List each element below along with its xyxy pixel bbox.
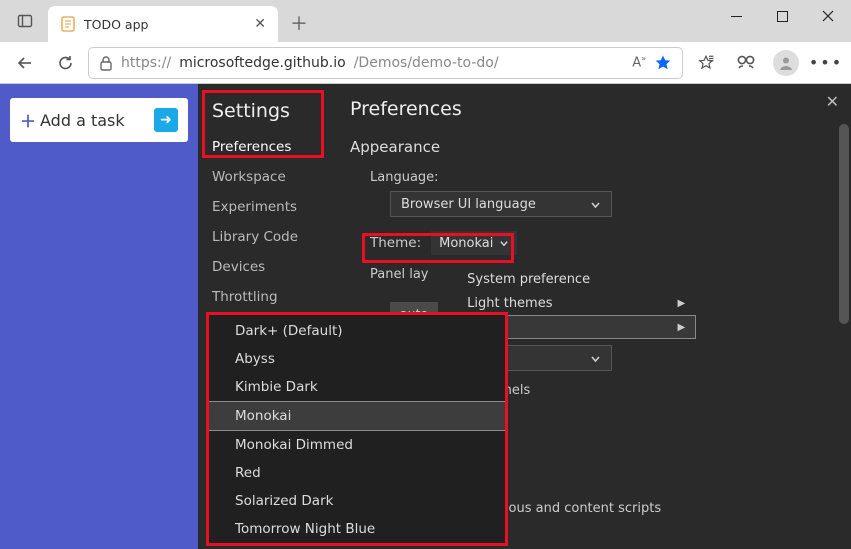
language-select[interactable]: Browser UI language [390, 191, 612, 217]
section-title: Appearance [350, 138, 831, 156]
theme-option-selected[interactable]: Monokai [208, 401, 506, 431]
chevron-down-icon [499, 238, 509, 248]
browser-tab[interactable]: TODO app ✕ [48, 6, 278, 42]
theme-option[interactable]: Red [209, 459, 505, 487]
plus-icon: ＋ [20, 108, 36, 132]
tab-close-icon[interactable]: ✕ [254, 16, 266, 32]
url-protocol: https:// [121, 55, 171, 71]
theme-group-light[interactable]: Light themes▶ [456, 291, 696, 315]
site-info-icon[interactable] [99, 55, 113, 71]
add-task-input[interactable]: ＋Add a task ➜ [10, 98, 188, 142]
chevron-down-icon [590, 199, 601, 210]
theme-option[interactable]: Abyss [209, 345, 505, 373]
main-title: Preferences [350, 98, 831, 120]
collections-button[interactable] [729, 47, 763, 79]
read-aloud-icon[interactable]: A» [632, 54, 646, 70]
theme-option[interactable]: Tomorrow Night Blue [209, 515, 505, 543]
tab-actions-icon[interactable] [8, 4, 42, 38]
minimize-button[interactable] [713, 0, 759, 32]
language-value: Browser UI language [401, 197, 536, 212]
theme-option[interactable]: Kimbie Dark [209, 373, 505, 401]
panel-layout-label: Panel lay [370, 267, 438, 282]
avatar-icon [773, 50, 799, 76]
sidebar-item-experiments[interactable]: Experiments [198, 192, 326, 222]
theme-dropdown: Dark+ (Default) Abyss Kimbie Dark Monoka… [208, 314, 506, 544]
chevron-down-icon [590, 353, 601, 364]
window-close-button[interactable] [805, 0, 851, 32]
tab-title: TODO app [84, 17, 254, 32]
language-label: Language: [370, 170, 831, 185]
window-controls [713, 0, 851, 32]
favicon-icon [60, 16, 76, 32]
theme-select[interactable]: Monokai [431, 231, 517, 255]
url-host: microsoftedge.github.io [179, 55, 346, 71]
address-bar[interactable]: https:// microsoftedge.github.io/Demos/de… [88, 47, 683, 79]
submit-task-button[interactable]: ➜ [154, 108, 178, 132]
theme-group-system[interactable]: System preference [456, 267, 696, 291]
sidebar-item-workspace[interactable]: Workspace [198, 162, 326, 192]
add-task-label: Add a task [40, 111, 125, 130]
window-titlebar: TODO app ✕ ＋ [0, 0, 851, 42]
profile-button[interactable] [769, 47, 803, 79]
app-sidebar: ＋Add a task ➜ [0, 84, 198, 549]
refresh-button[interactable] [48, 47, 82, 79]
maximize-button[interactable] [759, 0, 805, 32]
favorite-icon[interactable] [654, 54, 672, 72]
arrow-right-icon: ▶ [677, 322, 685, 333]
theme-option[interactable]: Monokai Dimmed [209, 431, 505, 459]
theme-label: Theme: [370, 235, 421, 251]
theme-value: Monokai [439, 236, 493, 251]
more-button[interactable]: ••• [809, 47, 843, 79]
sidebar-item-preferences[interactable]: Preferences [198, 132, 326, 162]
sidebar-item-throttling[interactable]: Throttling [198, 282, 326, 312]
sidebar-item-library-code[interactable]: Library Code [198, 222, 326, 252]
url-path: /Demos/demo-to-do/ [354, 55, 499, 71]
favorites-button[interactable] [689, 47, 723, 79]
theme-option[interactable]: Solarized Dark [209, 487, 505, 515]
theme-option[interactable]: Dark+ (Default) [209, 317, 505, 345]
toolbar: https:// microsoftedge.github.io/Demos/de… [0, 42, 851, 84]
arrow-right-icon: ▶ [677, 298, 685, 309]
new-tab-button[interactable]: ＋ [282, 6, 316, 40]
settings-title: Settings [198, 94, 326, 132]
sidebar-item-devices[interactable]: Devices [198, 252, 326, 282]
back-button[interactable] [8, 47, 42, 79]
scrollbar[interactable] [839, 124, 849, 324]
